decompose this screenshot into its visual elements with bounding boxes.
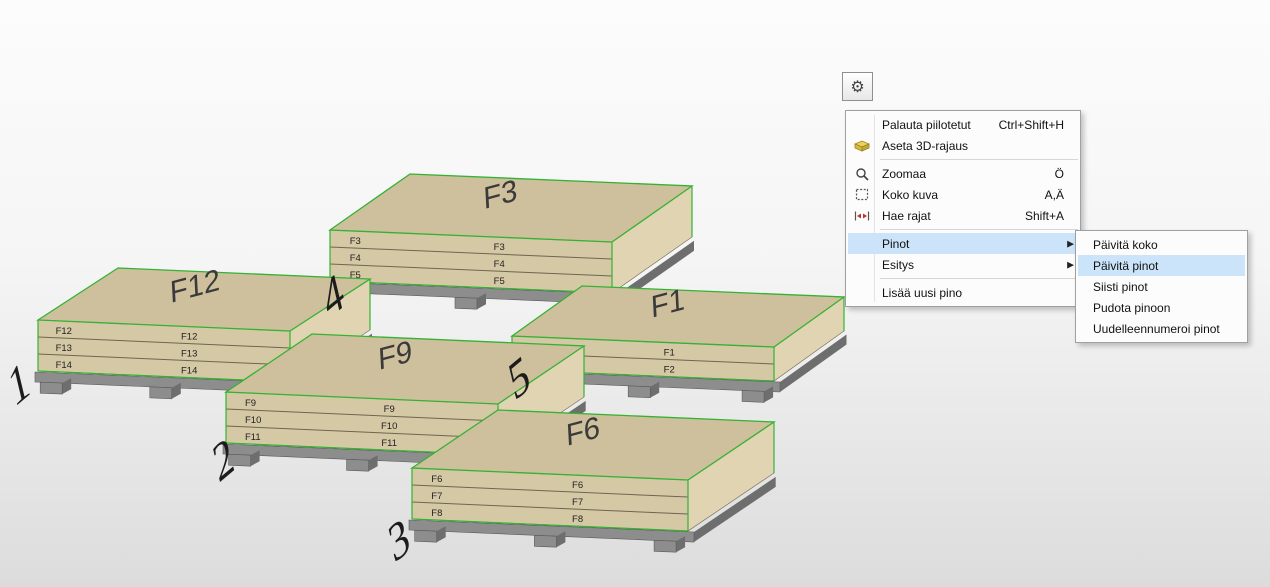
layer-label: F11 <box>381 438 397 449</box>
layer-label: F10 <box>245 415 261 426</box>
layer-label: F8 <box>572 514 583 525</box>
menu-item-shortcut: Shift+A <box>1025 209 1070 223</box>
menu-item-shortcut: A,Ä <box>1045 188 1070 202</box>
menu-item-aseta-3d-rajaus[interactable]: Aseta 3D-rajaus <box>848 135 1078 156</box>
magnifier-icon <box>852 167 872 181</box>
layer-label: F6 <box>572 480 583 491</box>
layer-label: F14 <box>181 366 197 377</box>
submenu-arrow-icon: ▶ <box>1067 238 1074 249</box>
menu-item-lisaa-uusi-pino[interactable]: Lisää uusi pino <box>848 282 1078 303</box>
layer-label: F9 <box>384 404 395 415</box>
menu-item-zoomaa[interactable]: Zoomaa Ö <box>848 163 1078 184</box>
layer-label: F7 <box>431 491 442 502</box>
layer-label: F3 <box>350 236 361 247</box>
menu-item-pinot[interactable]: Pinot ▶ <box>848 233 1078 254</box>
layer-label: F11 <box>245 432 261 443</box>
layer-label: F10 <box>381 421 397 432</box>
menu-separator <box>848 275 1078 282</box>
layer-label: F12 <box>56 326 72 337</box>
layer-label: F1 <box>664 348 675 359</box>
context-menu: Palauta piilotetut Ctrl+Shift+H Aseta 3D… <box>845 110 1081 307</box>
menu-item-label: Päivitä pinot <box>1093 259 1158 273</box>
layer-label: F8 <box>431 508 442 519</box>
submenu-arrow-icon: ▶ <box>1067 259 1074 270</box>
menu-item-label: Lisää uusi pino <box>882 286 962 300</box>
menu-item-label: Hae rajat <box>882 209 931 223</box>
gear-icon: ⚙ <box>850 77 864 97</box>
menu-item-label: Päivitä koko <box>1093 238 1158 252</box>
layer-label: F7 <box>572 497 583 508</box>
menu-item-shortcut: Ö <box>1055 167 1070 181</box>
menu-item-koko-kuva[interactable]: Koko kuva A,Ä <box>848 184 1078 205</box>
3d-clip-box-icon <box>852 139 872 152</box>
fit-view-icon <box>852 188 872 201</box>
menu-item-shortcut: Ctrl+Shift+H <box>999 118 1070 132</box>
layer-label: F12 <box>181 332 197 343</box>
menu-item-label: Aseta 3D-rajaus <box>882 139 968 153</box>
layer-label: F4 <box>494 259 505 270</box>
menu-item-palauta-piilotetut[interactable]: Palauta piilotetut Ctrl+Shift+H <box>848 114 1078 135</box>
layer-label: F9 <box>245 398 256 409</box>
menu-item-label: Pudota pinoon <box>1093 301 1170 315</box>
layer-label: F5 <box>494 276 505 287</box>
settings-gear-button[interactable]: ⚙ <box>842 72 873 101</box>
submenu-item-uudelleennumeroi-pinot[interactable]: Uudelleennumeroi pinot <box>1078 318 1245 339</box>
submenu-item-paivita-koko[interactable]: Päivitä koko <box>1078 234 1245 255</box>
submenu-item-paivita-pinot[interactable]: Päivitä pinot <box>1078 255 1245 276</box>
menu-item-label: Siisti pinot <box>1093 280 1148 294</box>
menu-item-label: Uudelleennumeroi pinot <box>1093 322 1220 336</box>
layer-label: F13 <box>56 343 72 354</box>
menu-separator <box>848 156 1078 163</box>
menu-item-label: Pinot <box>882 237 909 251</box>
layer-label: F14 <box>56 360 72 371</box>
layer-label: F3 <box>494 242 505 253</box>
menu-item-label: Koko kuva <box>882 188 938 202</box>
layer-label: F6 <box>431 474 442 485</box>
menu-item-hae-rajat[interactable]: Hae rajat Shift+A <box>848 205 1078 226</box>
menu-item-label: Palauta piilotetut <box>882 118 971 132</box>
menu-separator <box>848 226 1078 233</box>
position-number: 1 <box>0 352 38 416</box>
submenu-item-pudota-pinoon[interactable]: Pudota pinoon <box>1078 297 1245 318</box>
layer-label: F13 <box>181 349 197 360</box>
layer-label: F4 <box>350 253 361 264</box>
menu-item-label: Zoomaa <box>882 167 926 181</box>
submenu-item-siisti-pinot[interactable]: Siisti pinot <box>1078 276 1245 297</box>
menu-item-label: Esitys <box>882 258 914 272</box>
layer-label: F2 <box>664 365 675 376</box>
bounds-arrows-icon <box>852 210 872 222</box>
menu-item-esitys[interactable]: Esitys ▶ <box>848 254 1078 275</box>
pinot-submenu: Päivitä koko Päivitä pinot Siisti pinot … <box>1075 230 1248 343</box>
